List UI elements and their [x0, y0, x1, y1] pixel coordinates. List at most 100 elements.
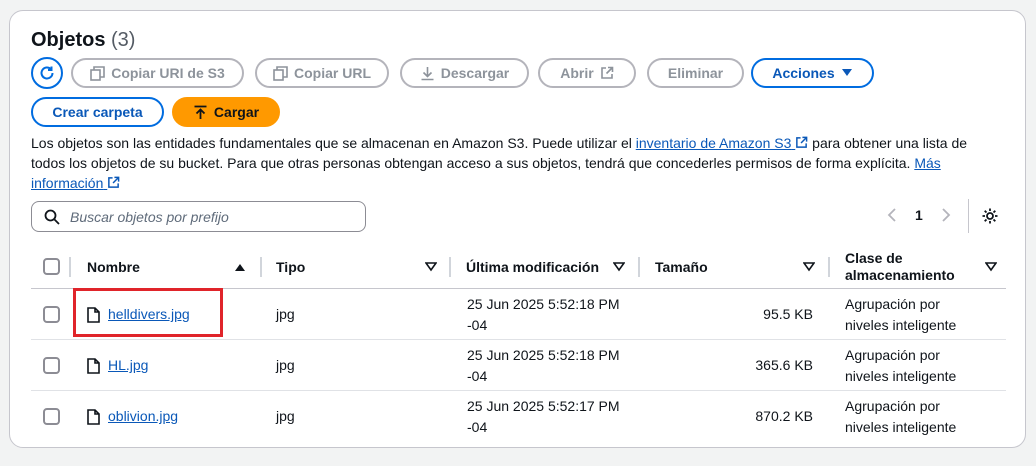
open-label: Abrir	[560, 65, 594, 81]
storage-class-cell: Agrupación por niveles inteligente	[845, 294, 956, 336]
search-icon	[44, 209, 60, 225]
row-checkbox[interactable]	[43, 306, 60, 323]
select-all-checkbox[interactable]	[43, 258, 60, 275]
size-cell: 870.2 KB	[755, 408, 813, 424]
sort-icon	[985, 262, 997, 272]
column-header-type-label: Tipo	[276, 259, 306, 275]
download-icon	[421, 66, 434, 80]
copy-s3-uri-button[interactable]: Copiar URI de S3	[71, 58, 244, 88]
column-header-storage-class[interactable]: Clase de almacenamiento	[845, 245, 1005, 289]
s3-inventory-link-label: inventario de Amazon S3	[635, 135, 792, 151]
modified-date: 25 Jun 2025 5:52:18 PM	[467, 296, 620, 312]
modified-tz: -04	[467, 419, 488, 435]
title-text: Objetos	[31, 29, 106, 51]
sort-ascending-icon	[235, 264, 245, 271]
column-divider	[69, 257, 71, 277]
table-row[interactable]: HL.jpg jpg 25 Jun 2025 5:52:18 PM -04 36…	[31, 340, 1006, 391]
modified-tz: -04	[467, 368, 488, 384]
modified-cell: 25 Jun 2025 5:52:18 PM -04	[467, 345, 620, 387]
upload-icon	[194, 105, 207, 119]
actions-dropdown[interactable]: Acciones	[751, 58, 874, 88]
column-header-storage-class-line1: Clase de	[845, 250, 903, 266]
column-header-size[interactable]: Tamaño	[655, 245, 825, 289]
storage-class-cell: Agrupación por niveles inteligente	[845, 396, 956, 438]
file-icon	[87, 408, 100, 425]
column-divider	[638, 257, 640, 277]
file-link[interactable]: HL.jpg	[108, 355, 148, 376]
objects-description: Los objetos son las entidades fundamenta…	[31, 133, 991, 193]
search-placeholder: Buscar objetos por prefijo	[70, 208, 229, 225]
divider	[968, 199, 969, 233]
storage-class-line1: Agrupación por	[845, 347, 940, 363]
column-header-storage-class-line2: almacenamiento	[845, 267, 955, 283]
sort-icon	[803, 262, 815, 272]
size-cell: 365.6 KB	[755, 357, 813, 373]
external-link-icon	[796, 136, 808, 148]
storage-class-line2: niveles inteligente	[845, 368, 957, 384]
modified-cell: 25 Jun 2025 5:52:18 PM -04	[467, 294, 620, 336]
row-checkbox[interactable]	[43, 357, 60, 374]
external-link-icon	[108, 176, 120, 188]
column-header-modified[interactable]: Última modificación	[466, 245, 636, 289]
column-divider	[828, 257, 830, 277]
column-header-type[interactable]: Tipo	[276, 245, 446, 289]
external-link-icon	[600, 66, 614, 79]
copy-icon	[273, 65, 288, 81]
file-link[interactable]: oblivion.jpg	[108, 406, 178, 427]
copy-s3-uri-label: Copiar URI de S3	[111, 65, 225, 81]
description-text-1: Los objetos son las entidades fundamenta…	[31, 135, 636, 151]
table-row[interactable]: oblivion.jpg jpg 25 Jun 2025 5:52:17 PM …	[31, 391, 1006, 442]
pagination: 1	[887, 207, 951, 223]
page-title: Objetos (3)	[31, 29, 135, 52]
file-name-cell: HL.jpg	[87, 355, 148, 376]
object-count: (3)	[111, 29, 136, 51]
type-cell: jpg	[276, 306, 295, 322]
modified-tz: -04	[467, 317, 488, 333]
actions-label: Acciones	[772, 65, 835, 81]
copy-url-label: Copiar URL	[294, 65, 371, 81]
open-button[interactable]: Abrir	[538, 58, 636, 88]
storage-class-line2: niveles inteligente	[845, 419, 957, 435]
file-name-cell: oblivion.jpg	[87, 406, 178, 427]
chevron-right-icon[interactable]	[941, 208, 951, 222]
column-header-name-label: Nombre	[87, 259, 140, 275]
search-input[interactable]: Buscar objetos por prefijo	[31, 201, 366, 232]
file-icon	[87, 357, 100, 374]
column-header-name[interactable]: Nombre	[87, 245, 247, 289]
column-header-modified-label: Última modificación	[466, 259, 600, 275]
create-folder-label: Crear carpeta	[52, 104, 143, 120]
sort-icon	[425, 262, 437, 272]
create-folder-button[interactable]: Crear carpeta	[31, 97, 164, 127]
storage-class-cell: Agrupación por niveles inteligente	[845, 345, 956, 387]
type-cell: jpg	[276, 357, 295, 373]
column-divider	[449, 257, 451, 277]
storage-class-line1: Agrupación por	[845, 296, 940, 312]
storage-class-line1: Agrupación por	[845, 398, 940, 414]
download-button[interactable]: Descargar	[400, 58, 529, 88]
column-header-size-label: Tamaño	[655, 259, 708, 275]
type-cell: jpg	[276, 408, 295, 424]
gear-icon[interactable]	[981, 207, 999, 225]
modified-date: 25 Jun 2025 5:52:18 PM	[467, 347, 620, 363]
chevron-left-icon[interactable]	[887, 208, 897, 222]
size-cell: 95.5 KB	[763, 306, 813, 322]
caret-down-icon	[841, 69, 852, 76]
copy-icon	[90, 65, 106, 81]
s3-inventory-link[interactable]: inventario de Amazon S3	[636, 135, 809, 151]
upload-button[interactable]: Cargar	[172, 97, 280, 127]
row-checkbox[interactable]	[43, 408, 60, 425]
page-number[interactable]: 1	[915, 207, 923, 223]
upload-label: Cargar	[213, 104, 260, 120]
modified-cell: 25 Jun 2025 5:52:17 PM -04	[467, 396, 620, 438]
modified-date: 25 Jun 2025 5:52:17 PM	[467, 398, 620, 414]
refresh-button[interactable]	[31, 57, 63, 89]
refresh-icon	[40, 66, 54, 80]
delete-button[interactable]: Eliminar	[647, 58, 744, 88]
storage-class-line2: niveles inteligente	[845, 317, 957, 333]
highlight-annotation	[73, 288, 223, 337]
copy-url-button[interactable]: Copiar URL	[255, 58, 389, 88]
delete-label: Eliminar	[667, 65, 724, 81]
sort-icon	[613, 262, 625, 272]
objects-panel: Objetos (3) Copiar URI de S3 Copiar URL …	[9, 10, 1026, 448]
column-divider	[260, 257, 262, 277]
